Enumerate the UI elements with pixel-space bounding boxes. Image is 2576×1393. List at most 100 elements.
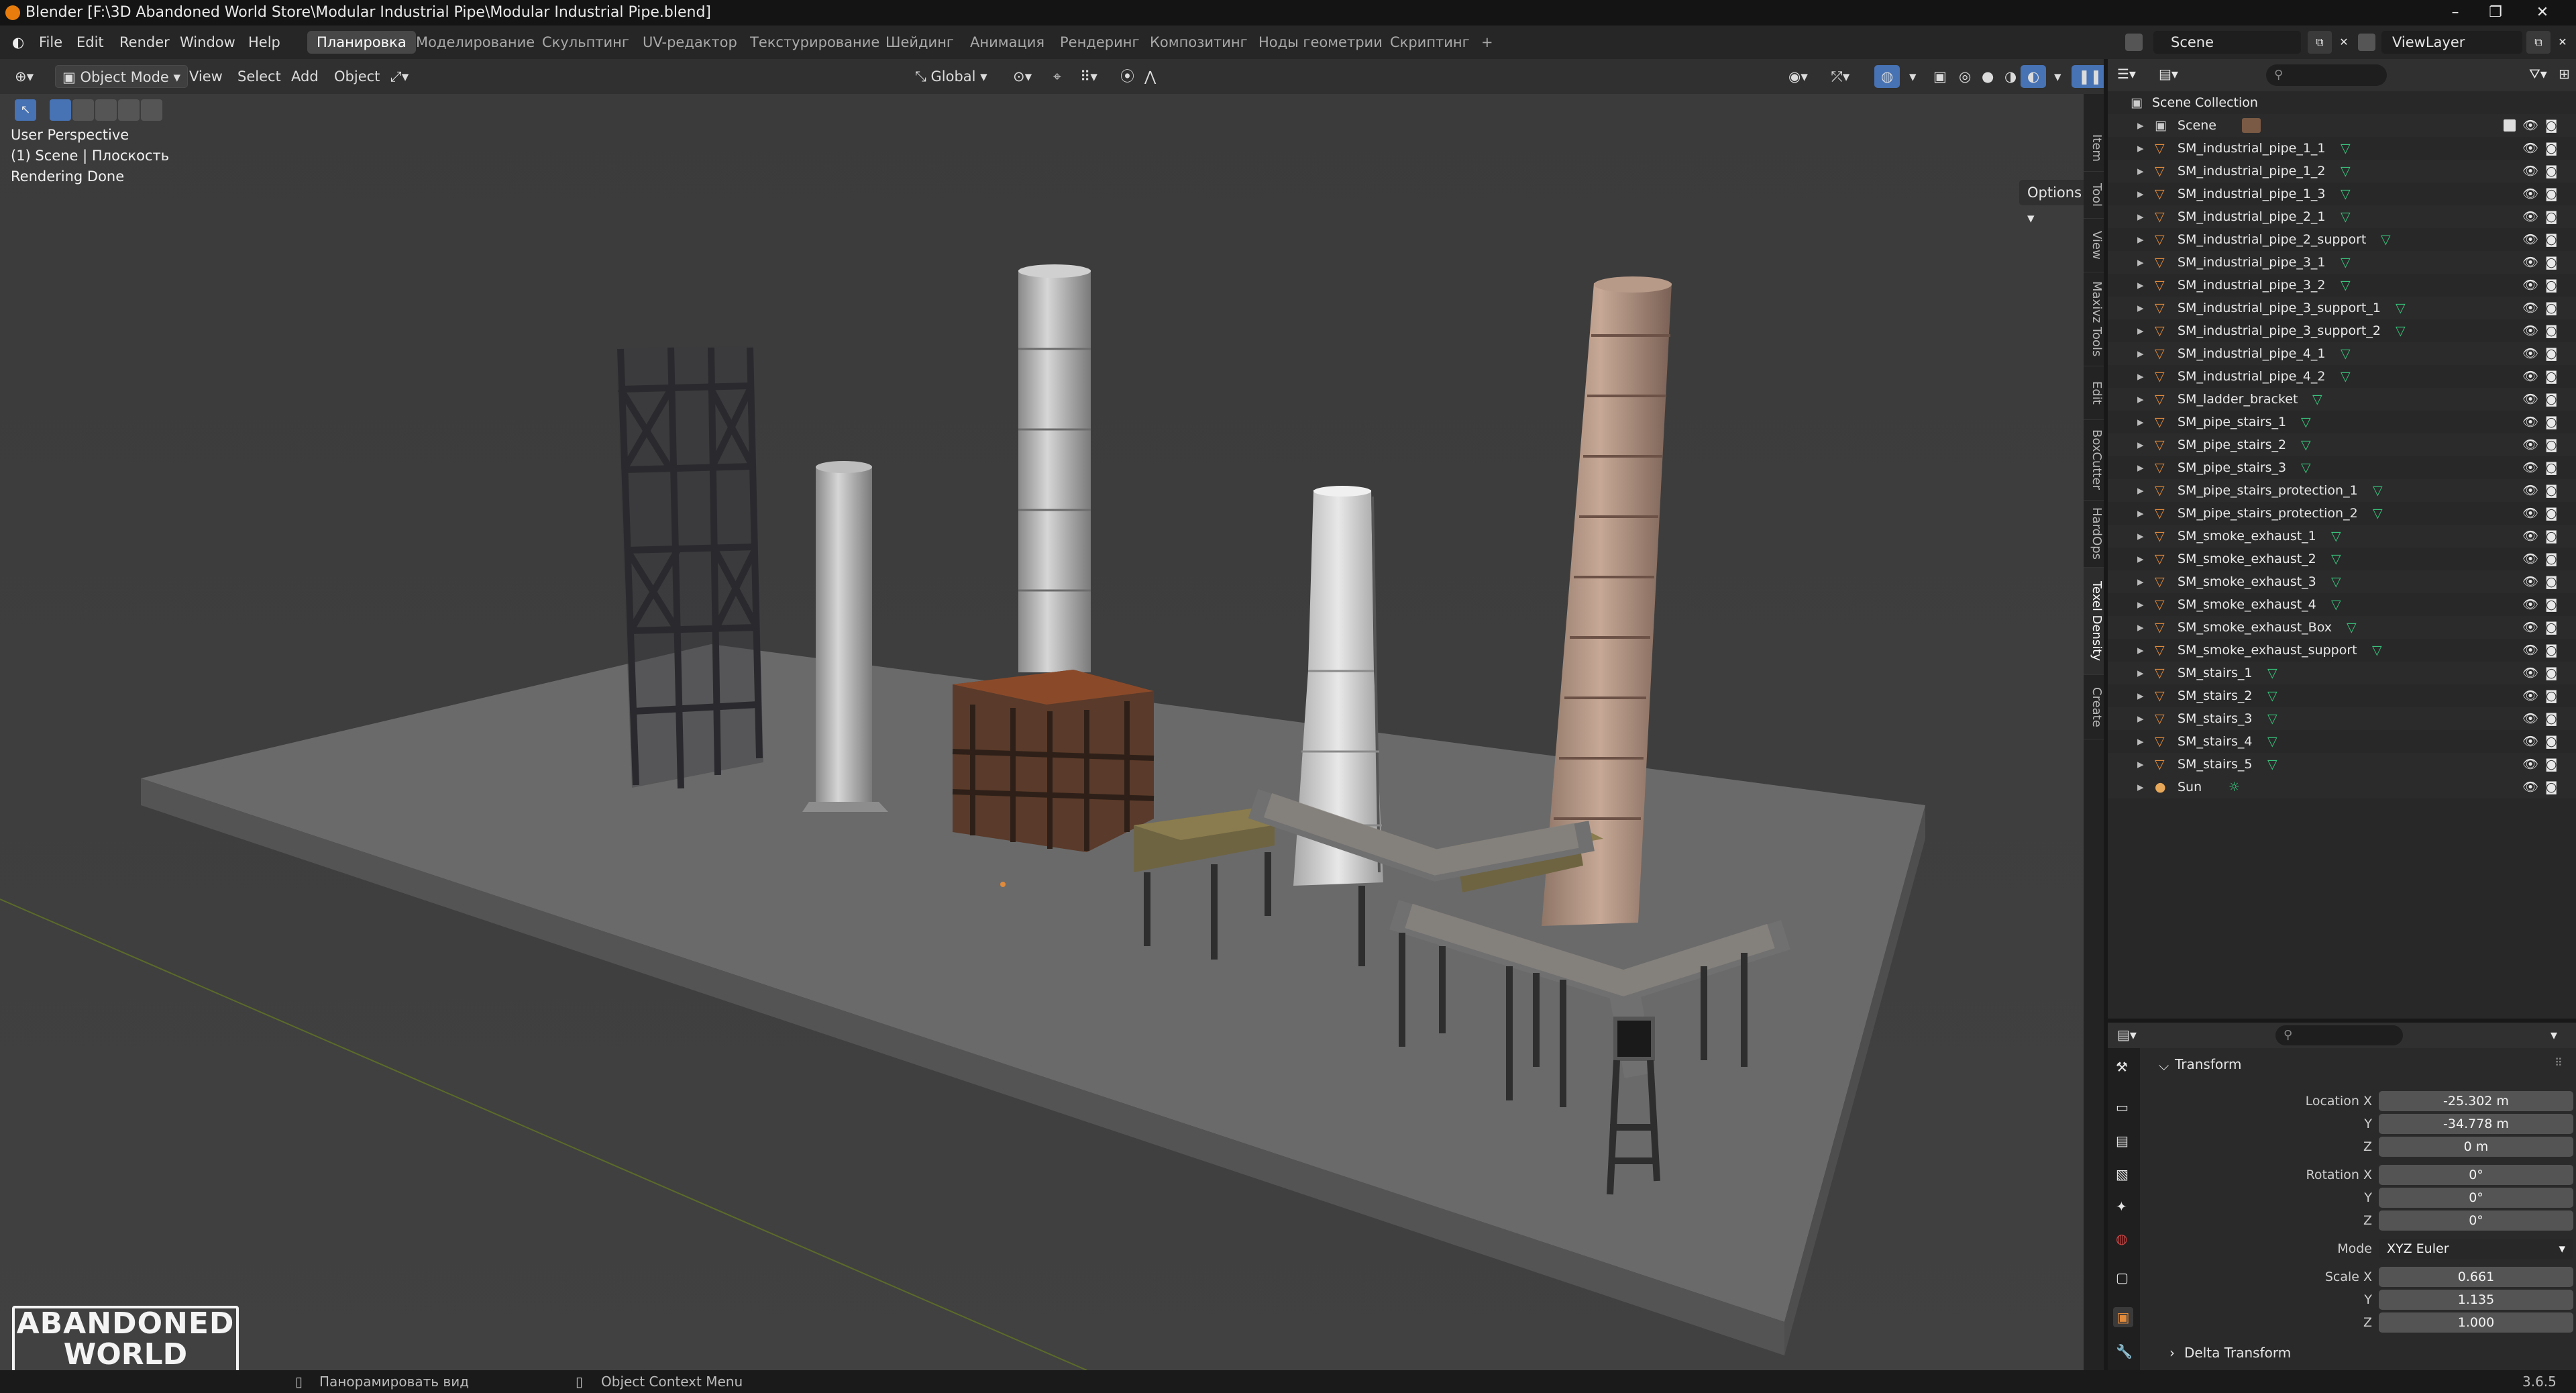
tab-edit[interactable]: Edit <box>2084 366 2104 420</box>
visibility-eye-icon[interactable]: 👁 <box>2522 525 2538 548</box>
visibility-eye-icon[interactable]: 👁 <box>2522 479 2538 502</box>
outliner-item[interactable]: ▸ ▽ SM_ladder_bracket ▽ 👁 ◙ <box>2108 388 2576 411</box>
visibility-eye-icon[interactable]: 👁 <box>2522 707 2538 730</box>
mesh-data-icon[interactable]: ▽ <box>2301 433 2311 456</box>
tab-modeling[interactable]: Моделирование <box>407 31 544 54</box>
outliner-item[interactable]: ▸ ▽ SM_smoke_exhaust_2 ▽ 👁 ◙ <box>2108 548 2576 570</box>
expand-icon[interactable]: ▸ <box>2137 753 2144 776</box>
mesh-data-icon[interactable]: ▽ <box>2347 616 2357 639</box>
tab-maxivz-tools[interactable]: Maxivz Tools <box>2084 272 2104 366</box>
visibility-eye-icon[interactable]: 👁 <box>2522 160 2538 183</box>
properties-options-icon[interactable]: ▾ <box>2551 1027 2557 1043</box>
render-camera-icon[interactable]: ◙ <box>2545 753 2557 776</box>
blender-menu-icon[interactable]: ◐ <box>5 31 31 54</box>
visibility-eye-icon[interactable]: 👁 <box>2522 297 2538 319</box>
view-layer-field[interactable]: ViewLayer <box>2381 31 2522 54</box>
visibility-eye-icon[interactable]: 👁 <box>2522 456 2538 479</box>
render-camera-icon[interactable]: ◙ <box>2545 616 2557 639</box>
outliner-item[interactable]: ▸ ▽ SM_stairs_1 ▽ 👁 ◙ <box>2108 662 2576 684</box>
expand-icon[interactable]: ▸ <box>2137 388 2144 411</box>
falloff-icon[interactable]: ⋀ <box>1138 65 1163 88</box>
mesh-data-icon[interactable]: ▽ <box>2396 319 2406 342</box>
mesh-data-icon[interactable]: ▽ <box>2341 342 2351 365</box>
tab-geometry-nodes[interactable]: Ноды геометрии <box>1249 31 1392 54</box>
render-camera-icon[interactable]: ◙ <box>2545 570 2557 593</box>
rotation-y-field[interactable]: 0° <box>2379 1188 2573 1208</box>
panel-collapse-icon[interactable]: ⌵ <box>2159 1057 2169 1074</box>
rotation-x-field[interactable]: 0° <box>2379 1165 2573 1185</box>
overlays-icon[interactable]: ◍ <box>1874 65 1900 88</box>
visibility-eye-icon[interactable]: 👁 <box>2522 114 2538 137</box>
expand-icon[interactable]: ▸ <box>2137 548 2144 570</box>
snap-target-icon[interactable]: ⠿▾ <box>1073 65 1104 88</box>
proportional-edit-icon[interactable]: ⦿ <box>1114 65 1141 88</box>
mesh-data-icon[interactable]: ▽ <box>2396 297 2406 319</box>
visibility-eye-icon[interactable]: 👁 <box>2522 433 2538 456</box>
shading-material-icon[interactable]: ◑ <box>1998 65 2023 88</box>
shading-rendered-icon[interactable]: ◐ <box>2021 65 2047 88</box>
mesh-data-icon[interactable]: ▽ <box>2331 570 2341 593</box>
xray-icon[interactable]: ▣ <box>1927 65 1953 88</box>
expand-icon[interactable]: ▸ <box>2137 570 2144 593</box>
scale-z-field[interactable]: 1.000 <box>2379 1312 2573 1333</box>
tab-texture-paint[interactable]: Текстурирование <box>741 31 889 54</box>
mesh-data-icon[interactable]: ▽ <box>2331 593 2341 616</box>
outliner-item[interactable]: ▸ ▽ SM_industrial_pipe_3_support_1 ▽ 👁 ◙ <box>2108 297 2576 319</box>
visibility-eye-icon[interactable]: 👁 <box>2522 684 2538 707</box>
visibility-eye-icon[interactable]: 👁 <box>2522 548 2538 570</box>
gizmo-icon[interactable]: ⤱▾ <box>1825 65 1856 88</box>
expand-icon[interactable]: ▸ <box>2137 137 2144 160</box>
expand-icon[interactable]: ▸ <box>2137 251 2144 274</box>
scene-collection-row[interactable]: ▣ Scene Collection <box>2108 91 2576 114</box>
location-z-field[interactable]: 0 m <box>2379 1137 2573 1157</box>
visibility-eye-icon[interactable]: 👁 <box>2522 502 2538 525</box>
outliner-item[interactable]: ▸ ▽ SM_industrial_pipe_1_1 ▽ 👁 ◙ <box>2108 137 2576 160</box>
expand-icon[interactable]: ▸ <box>2137 662 2144 684</box>
outliner-item[interactable]: ▸ ▽ SM_smoke_exhaust_Box ▽ 👁 ◙ <box>2108 616 2576 639</box>
visibility-eye-icon[interactable]: 👁 <box>2522 730 2538 753</box>
outliner-item[interactable]: ▸ ▽ SM_smoke_exhaust_support ▽ 👁 ◙ <box>2108 639 2576 662</box>
outliner-item[interactable]: ▸ ▽ SM_industrial_pipe_1_3 ▽ 👁 ◙ <box>2108 183 2576 205</box>
new-view-layer-icon[interactable]: ⧉ <box>2526 31 2551 54</box>
render-camera-icon[interactable]: ◙ <box>2545 707 2557 730</box>
render-camera-icon[interactable]: ◙ <box>2545 662 2557 684</box>
visibility-eye-icon[interactable]: 👁 <box>2522 137 2538 160</box>
expand-icon[interactable]: ▸ <box>2137 160 2144 183</box>
restore-icon[interactable]: ❐ <box>2482 0 2509 25</box>
visibility-eye-icon[interactable]: 👁 <box>2522 411 2538 433</box>
render-camera-icon[interactable]: ◙ <box>2545 160 2557 183</box>
mesh-data-icon[interactable]: ▽ <box>2381 228 2391 251</box>
tab-view[interactable]: View <box>2084 219 2104 272</box>
render-camera-icon[interactable]: ◙ <box>2545 456 2557 479</box>
visibility-eye-icon[interactable]: 👁 <box>2522 342 2538 365</box>
visibility-eye-icon[interactable]: 👁 <box>2522 570 2538 593</box>
properties-search-input[interactable]: ⚲ <box>2275 1025 2403 1045</box>
outliner-item[interactable]: ▸ ▽ SM_industrial_pipe_4_2 ▽ 👁 ◙ <box>2108 365 2576 388</box>
expand-icon[interactable]: ▸ <box>2137 205 2144 228</box>
scene-tab-icon[interactable]: ✦ <box>2116 1198 2127 1215</box>
menu-select[interactable]: Select <box>231 65 288 88</box>
outliner-editor-icon[interactable]: ☰▾ <box>2117 66 2136 82</box>
tab-scripting[interactable]: Скриптинг <box>1381 31 1479 54</box>
tab-sculpting[interactable]: Скульптинг <box>533 31 639 54</box>
outliner-item[interactable]: ▸ ▽ SM_smoke_exhaust_3 ▽ 👁 ◙ <box>2108 570 2576 593</box>
render-camera-icon[interactable]: ◙ <box>2545 228 2557 251</box>
visibility-eye-icon[interactable]: 👁 <box>2522 228 2538 251</box>
outliner-item[interactable]: ▸ ▽ SM_pipe_stairs_protection_2 ▽ 👁 ◙ <box>2108 502 2576 525</box>
expand-icon[interactable]: ▸ <box>2137 433 2144 456</box>
render-camera-icon[interactable]: ◙ <box>2545 183 2557 205</box>
expand-icon[interactable]: ▸ <box>2137 707 2144 730</box>
collection-tab-icon[interactable]: ▢ <box>2116 1270 2129 1286</box>
mesh-data-icon[interactable]: ▽ <box>2267 730 2277 753</box>
scene-icon[interactable] <box>2125 34 2143 51</box>
render-camera-icon[interactable]: ◙ <box>2545 639 2557 662</box>
expand-icon[interactable]: ▸ <box>2137 228 2144 251</box>
expand-icon[interactable]: ▸ <box>2137 479 2144 502</box>
mesh-data-icon[interactable]: ▽ <box>2331 548 2341 570</box>
outliner-item[interactable]: ▸ ▽ SM_stairs_2 ▽ 👁 ◙ <box>2108 684 2576 707</box>
expand-icon[interactable]: ▸ <box>2137 502 2144 525</box>
render-camera-icon[interactable]: ◙ <box>2545 502 2557 525</box>
tab-compositing[interactable]: Композитинг <box>1140 31 1257 54</box>
expand-icon[interactable]: ▸ <box>2137 456 2144 479</box>
expand-icon[interactable]: ▸ <box>2137 319 2144 342</box>
